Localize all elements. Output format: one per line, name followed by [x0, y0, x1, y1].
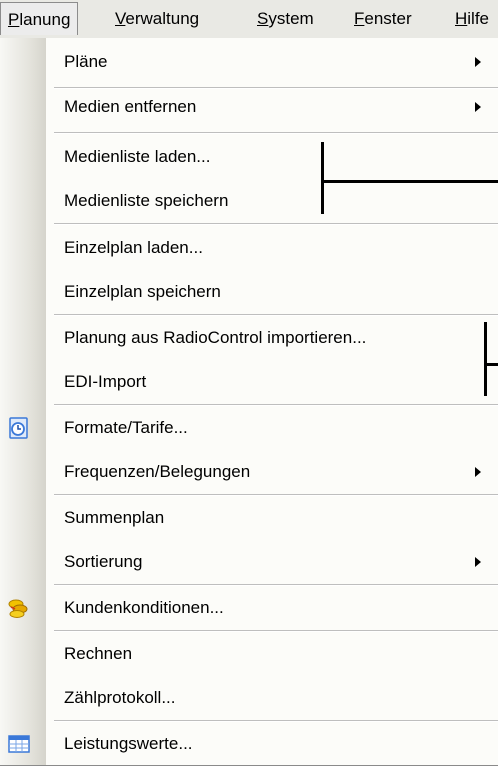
planung-dropdown-menu: Pläne Medien entfernen Medienliste laden… [0, 38, 498, 766]
menu-verwaltung[interactable]: Verwaltung [108, 2, 206, 35]
menu-item-label: EDI-Import [64, 372, 147, 391]
clock-document-icon [7, 417, 31, 439]
menu-planung-accel: P [8, 10, 20, 29]
menu-item-label: Einzelplan laden... [64, 238, 203, 257]
menu-item-label: Pläne [64, 52, 108, 71]
menu-item-label: Sortierung [64, 552, 143, 571]
menu-item-label: Zählprotokoll... [64, 688, 176, 707]
annotation-bracket-vertical [321, 142, 324, 214]
menu-system[interactable]: System [250, 2, 321, 35]
menu-item-label: Leistungswerte... [64, 734, 193, 753]
submenu-arrow-icon [475, 467, 481, 477]
menu-planung-label: lanung [19, 10, 71, 29]
menu-item-kundenkonditionen[interactable]: Kundenkonditionen... [0, 586, 498, 630]
menu-item-frequenzen-belegungen[interactable]: Frequenzen/Belegungen [0, 450, 498, 494]
menu-item-label: Medienliste speichern [64, 191, 229, 210]
menu-planung[interactable]: Planung [0, 2, 79, 35]
menu-item-rechnen[interactable]: Rechnen [0, 632, 498, 676]
menu-item-label: Formate/Tarife... [64, 418, 188, 437]
menu-hilfe-label: ilfe [467, 9, 490, 28]
menu-fenster-label: enster [364, 9, 412, 28]
menu-item-label: Rechnen [64, 644, 133, 663]
menu-item-medienliste-laden[interactable]: Medienliste laden... [0, 135, 498, 179]
menu-item-leistungswerte[interactable]: Leistungswerte... [0, 722, 498, 766]
menu-item-label: Einzelplan speichern [64, 282, 221, 301]
menu-verwaltung-accel: V [115, 9, 126, 28]
menu-item-radiocontrol-import[interactable]: Planung aus RadioControl importieren... [0, 316, 498, 360]
annotation-bracket-horizontal [484, 363, 498, 366]
table-icon [7, 733, 31, 755]
menu-item-edi-import[interactable]: EDI-Import [0, 360, 498, 404]
menu-system-accel: S [257, 9, 269, 28]
submenu-arrow-icon [475, 102, 481, 112]
menu-verwaltung-label: erwaltung [125, 9, 200, 28]
submenu-arrow-icon [475, 57, 481, 67]
menu-bar: Planung Verwaltung System Fenster Hilfe [0, 0, 498, 40]
menu-hilfe-accel: H [455, 9, 468, 28]
menu-separator [54, 223, 498, 225]
menu-hilfe[interactable]: Hilfe [448, 2, 496, 35]
menu-item-label: Medienliste laden... [64, 147, 211, 166]
menu-item-label: Planung aus RadioControl importieren... [64, 328, 367, 347]
menu-item-plaene[interactable]: Pläne [0, 40, 498, 84]
menu-item-label: Frequenzen/Belegungen [64, 462, 251, 481]
menu-item-summenplan[interactable]: Summenplan [0, 496, 498, 540]
menu-item-einzelplan-speichern[interactable]: Einzelplan speichern [0, 270, 498, 314]
menu-system-label: ystem [268, 9, 314, 28]
annotation-bracket-horizontal [321, 180, 498, 183]
menu-item-label: Kundenkonditionen... [64, 598, 224, 617]
menu-item-medienliste-speichern[interactable]: Medienliste speichern [0, 179, 498, 223]
menu-item-medien-entfernen[interactable]: Medien entfernen [0, 85, 498, 129]
menu-item-einzelplan-laden[interactable]: Einzelplan laden... [0, 226, 498, 270]
menu-separator [54, 132, 498, 134]
menu-item-zaehlprotokoll[interactable]: Zählprotokoll... [0, 676, 498, 720]
submenu-arrow-icon [475, 557, 481, 567]
menu-fenster[interactable]: Fenster [347, 2, 419, 35]
menu-bottom-border [0, 765, 498, 766]
menu-item-sortierung[interactable]: Sortierung [0, 540, 498, 584]
menu-item-label: Summenplan [64, 508, 165, 527]
menu-item-label: Medien entfernen [64, 97, 197, 116]
menu-fenster-accel: F [354, 9, 365, 28]
coins-icon [7, 597, 31, 619]
annotation-bracket-vertical [484, 322, 487, 396]
menu-item-formate-tarife[interactable]: Formate/Tarife... [0, 406, 498, 450]
